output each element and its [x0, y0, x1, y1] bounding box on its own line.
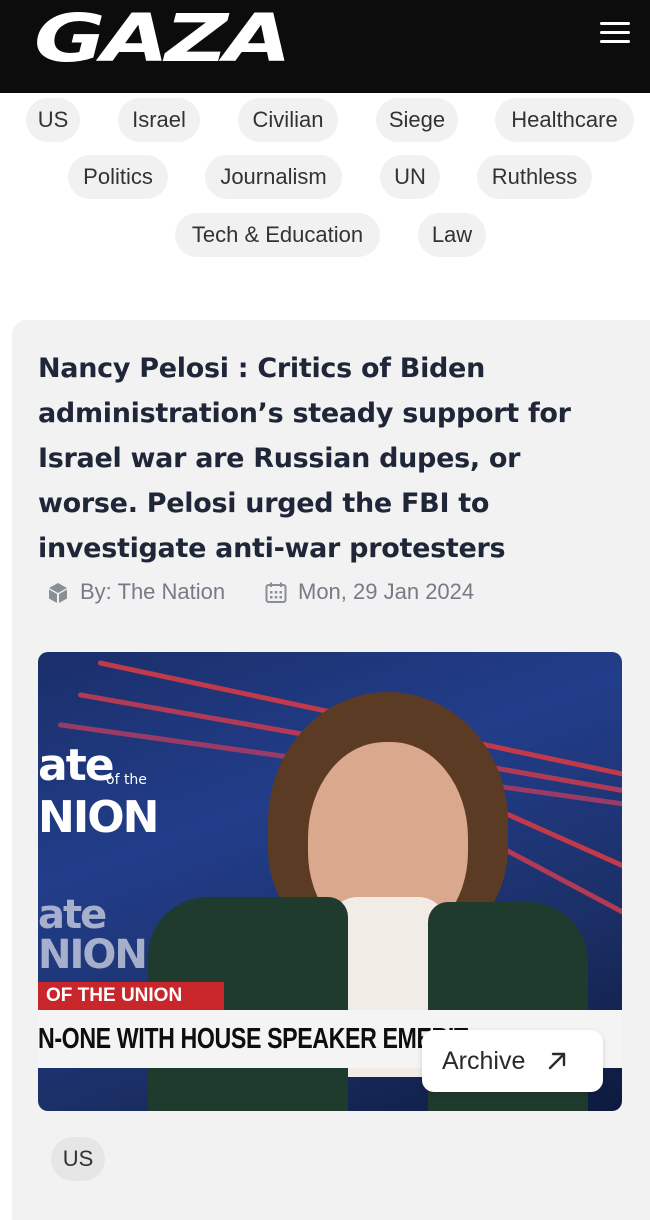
show-logo-text: NION — [38, 932, 148, 978]
chyron-show-name: OF THE UNION — [38, 982, 224, 1010]
tag-un[interactable]: UN — [380, 155, 440, 199]
archive-label: Archive — [442, 1047, 526, 1075]
archive-button[interactable]: Archive — [422, 1030, 603, 1092]
show-logo-text: NION — [38, 792, 159, 843]
chyron-headline: N-ONE WITH HOUSE SPEAKER EMERIT — [38, 1023, 468, 1055]
tag-israel[interactable]: Israel — [118, 98, 200, 142]
tag-journalism[interactable]: Journalism — [205, 155, 342, 199]
date-label: Mon, 29 Jan 2024 — [298, 579, 475, 604]
tag-siege[interactable]: Siege — [376, 98, 458, 142]
show-logo-text: of the — [106, 772, 147, 788]
tag-politics[interactable]: Politics — [68, 155, 168, 199]
tag-tech-education[interactable]: Tech & Education — [175, 213, 380, 257]
tag-civilian[interactable]: Civilian — [238, 98, 338, 142]
site-logo[interactable]: GAZA — [34, 6, 292, 72]
tag-healthcare[interactable]: Healthcare — [495, 98, 634, 142]
hamburger-menu-icon[interactable] — [598, 22, 632, 46]
tag-law[interactable]: Law — [418, 213, 486, 257]
author-label: By: The Nation — [80, 579, 226, 604]
calendar-icon — [265, 582, 287, 603]
article-title[interactable]: Nancy Pelosi : Critics of Biden administ… — [38, 346, 613, 571]
article-date: Mon, 29 Jan 2024 — [264, 574, 504, 610]
article-tag-us[interactable]: US — [51, 1137, 105, 1181]
show-logo-text: ate — [38, 740, 115, 791]
site-header: GAZA — [0, 0, 650, 93]
arrow-up-right-icon — [548, 1052, 566, 1070]
tag-ruthless[interactable]: Ruthless — [477, 155, 592, 199]
article-author: By: The Nation — [46, 574, 256, 610]
tag-us[interactable]: US — [26, 98, 80, 142]
cube-icon — [49, 583, 67, 603]
